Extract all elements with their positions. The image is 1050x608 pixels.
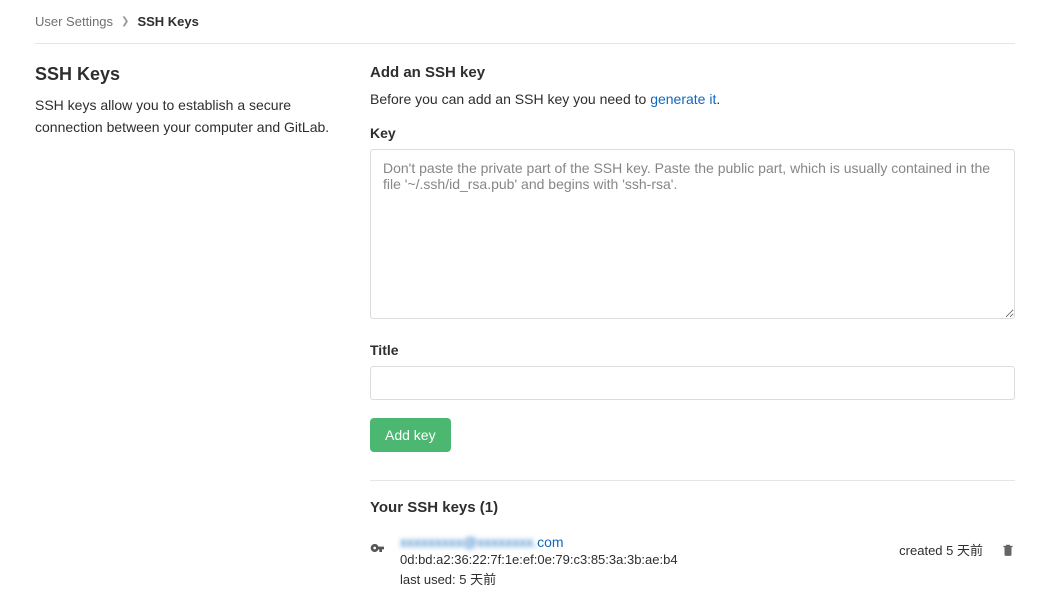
key-fingerprint: 0d:bd:a2:36:22:7f:1e:ef:0e:79:c3:85:3a:3…	[400, 552, 885, 567]
title-input[interactable]	[370, 366, 1015, 400]
divider	[370, 480, 1015, 481]
key-icon	[370, 540, 386, 559]
key-email-obscured[interactable]: xxxxxxxxx@xxxxxxxx.	[400, 534, 537, 550]
intro-suffix: .	[716, 91, 720, 107]
add-key-button[interactable]: Add key	[370, 418, 451, 452]
generate-it-link[interactable]: generate it	[650, 91, 716, 107]
key-email-suffix[interactable]: com	[537, 534, 563, 550]
your-keys-heading: Your SSH keys (1)	[370, 499, 1015, 516]
title-label: Title	[370, 342, 1015, 358]
chevron-right-icon: ❯	[121, 16, 129, 27]
page-description: SSH keys allow you to establish a secure…	[35, 95, 350, 138]
key-created: created 5 天前	[899, 540, 983, 559]
add-key-intro: Before you can add an SSH key you need t…	[370, 91, 1015, 107]
page-title: SSH Keys	[35, 64, 350, 85]
key-label: Key	[370, 125, 1015, 141]
key-textarea[interactable]	[370, 149, 1015, 319]
add-key-heading: Add an SSH key	[370, 64, 1015, 81]
breadcrumb: User Settings ❯ SSH Keys	[35, 14, 1015, 44]
key-last-used: last used: 5 天前	[400, 569, 885, 588]
trash-icon[interactable]	[1001, 543, 1015, 557]
breadcrumb-parent[interactable]: User Settings	[35, 14, 113, 29]
ssh-key-row: xxxxxxxxx@xxxxxxxx.com 0d:bd:a2:36:22:7f…	[370, 534, 1015, 588]
intro-prefix: Before you can add an SSH key you need t…	[370, 91, 650, 107]
breadcrumb-current: SSH Keys	[137, 14, 198, 29]
